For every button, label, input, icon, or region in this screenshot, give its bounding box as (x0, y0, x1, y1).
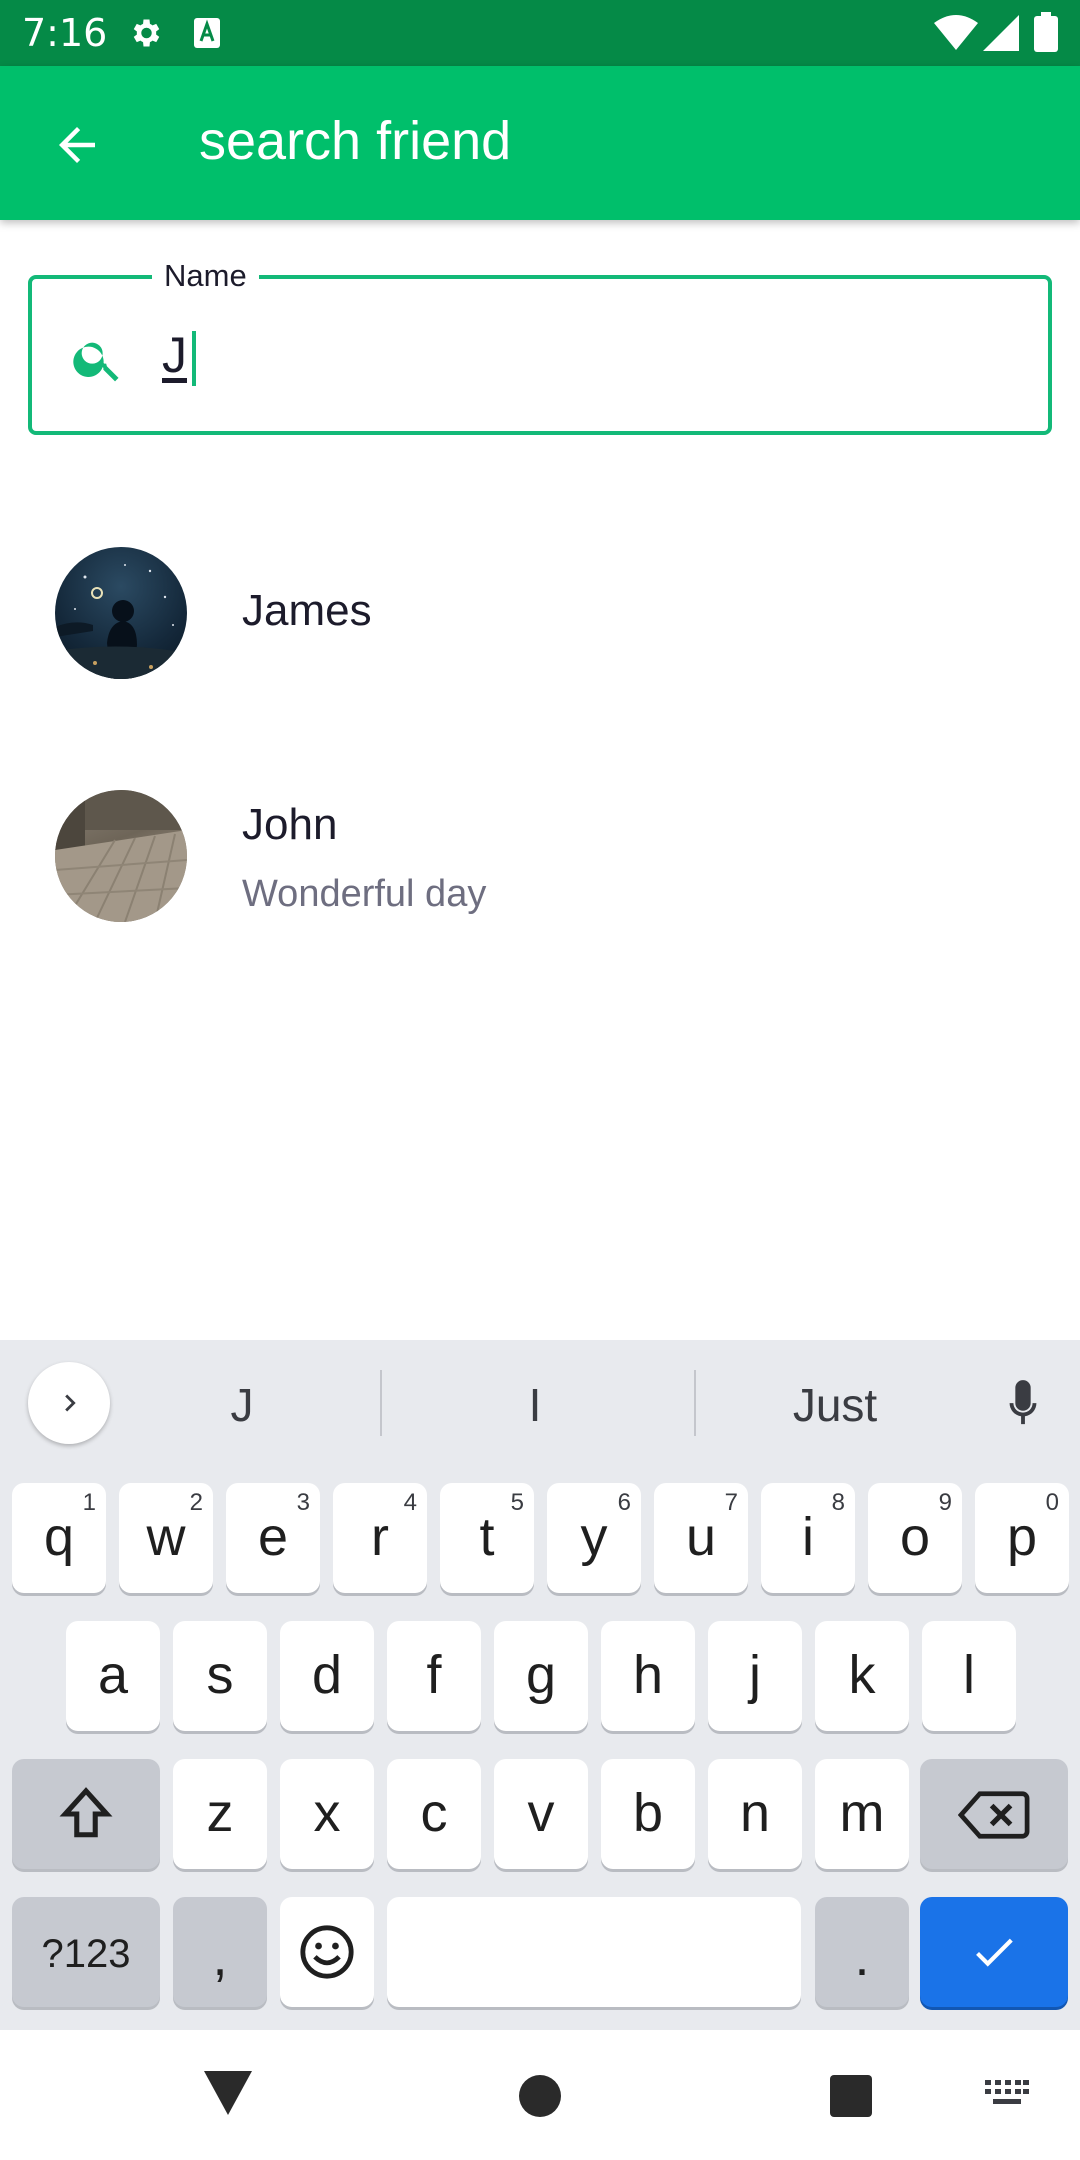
key-char: n (739, 1783, 771, 1843)
key-d[interactable]: d (280, 1621, 374, 1731)
key-char: l (963, 1645, 975, 1705)
key-r[interactable]: r4 (333, 1483, 427, 1593)
key-char: , (212, 1927, 228, 1987)
key-t[interactable]: t5 (440, 1483, 534, 1593)
shift-key[interactable] (12, 1759, 160, 1869)
search-field-label: Name (152, 257, 259, 295)
key-o[interactable]: o9 (868, 1483, 962, 1593)
key-char: g (525, 1645, 557, 1705)
key-x[interactable]: x (280, 1759, 374, 1869)
key-g[interactable]: g (494, 1621, 588, 1731)
page-title: search friend (199, 111, 512, 171)
nav-recents-square-icon[interactable] (829, 2074, 873, 2118)
microphone-icon[interactable] (1000, 1376, 1046, 1434)
key-p[interactable]: p0 (975, 1483, 1069, 1593)
nav-back-triangle-icon[interactable] (204, 2071, 252, 2115)
status-time: 7:16 (22, 11, 108, 55)
key-char: x (313, 1783, 341, 1843)
key-m[interactable]: m (815, 1759, 909, 1869)
key-hint: 3 (296, 1489, 310, 1516)
key-char: b (632, 1783, 664, 1843)
suggestion-item[interactable]: I (420, 1370, 650, 1440)
key-c[interactable]: c (387, 1759, 481, 1869)
key-y[interactable]: y6 (547, 1483, 641, 1593)
key-hint: 8 (831, 1489, 845, 1516)
key-hint: 5 (510, 1489, 524, 1516)
key-e[interactable]: e3 (226, 1483, 320, 1593)
comma-key[interactable]: , (173, 1897, 267, 2007)
list-item-friend[interactable]: John Wonderful day (0, 750, 1080, 970)
symbols-key[interactable]: ?123 (12, 1897, 160, 2007)
status-bar: 7:16 (0, 0, 1080, 66)
key-w[interactable]: w2 (119, 1483, 213, 1593)
suggestion-item[interactable]: J (142, 1370, 342, 1440)
key-i[interactable]: i8 (761, 1483, 855, 1593)
name-search-field[interactable]: Name J (28, 257, 1052, 435)
key-hint: 4 (403, 1489, 417, 1516)
key-f[interactable]: f (387, 1621, 481, 1731)
keyboard-switch-icon[interactable] (985, 2080, 1029, 2110)
done-key[interactable] (920, 1897, 1068, 2007)
navigation-bar (0, 2030, 1080, 2160)
period-key[interactable]: . (815, 1897, 909, 2007)
key-hint: 0 (1045, 1489, 1059, 1516)
key-char: d (311, 1645, 343, 1705)
avatar (55, 547, 187, 679)
battery-icon (1034, 12, 1058, 52)
suggestion-divider (380, 1370, 382, 1436)
key-u[interactable]: u7 (654, 1483, 748, 1593)
key-char: m (839, 1783, 885, 1843)
settings-gear-icon (127, 15, 163, 51)
accessibility-a-icon (193, 17, 221, 49)
key-h[interactable]: h (601, 1621, 695, 1731)
cell-signal-icon (983, 15, 1019, 51)
key-j[interactable]: j (708, 1621, 802, 1731)
app-bar: search friend (0, 66, 1080, 220)
backspace-key[interactable] (920, 1759, 1068, 1869)
space-key[interactable] (387, 1897, 801, 2007)
key-l[interactable]: l (922, 1621, 1016, 1731)
suggestion-strip: J I Just (0, 1340, 1080, 1465)
key-char: v (527, 1783, 555, 1843)
key-char: . (854, 1927, 870, 1987)
key-k[interactable]: k (815, 1621, 909, 1731)
key-char: ?123 (41, 1932, 131, 1976)
suggestion-divider (694, 1370, 696, 1436)
key-char: f (426, 1645, 442, 1705)
friend-name: John (242, 800, 338, 849)
key-b[interactable]: b (601, 1759, 695, 1869)
key-char: h (632, 1645, 664, 1705)
key-char: c (420, 1783, 448, 1843)
back-arrow-icon[interactable] (50, 118, 104, 172)
key-char: s (206, 1645, 234, 1705)
key-q[interactable]: q1 (12, 1483, 106, 1593)
list-item-friend[interactable]: James (0, 505, 1080, 725)
key-s[interactable]: s (173, 1621, 267, 1731)
key-hint: 2 (189, 1489, 203, 1516)
friend-name: James (242, 586, 372, 635)
key-v[interactable]: v (494, 1759, 588, 1869)
emoji-key[interactable] (280, 1897, 374, 2007)
key-n[interactable]: n (708, 1759, 802, 1869)
nav-home-circle-icon[interactable] (518, 2074, 562, 2118)
wifi-icon (934, 15, 978, 51)
key-z[interactable]: z (173, 1759, 267, 1869)
text-caret (192, 331, 196, 386)
key-char: a (97, 1645, 129, 1705)
key-hint: 7 (724, 1489, 738, 1516)
search-input-value[interactable]: J (162, 322, 187, 388)
key-char: j (749, 1645, 761, 1705)
key-char: k (848, 1645, 876, 1705)
key-hint: 6 (617, 1489, 631, 1516)
avatar (55, 790, 187, 922)
key-hint: 1 (82, 1489, 96, 1516)
expand-toolbar-button[interactable] (28, 1362, 110, 1444)
soft-keyboard: J I Just q1 w2 e3 r4 t5 y6 u7 i8 o9 p0 a… (0, 1340, 1080, 2030)
suggestion-item[interactable]: Just (720, 1370, 950, 1440)
key-hint: 9 (938, 1489, 952, 1516)
key-a[interactable]: a (66, 1621, 160, 1731)
friend-status: Wonderful day (242, 873, 487, 915)
search-icon (70, 331, 126, 387)
key-char: z (206, 1783, 234, 1843)
